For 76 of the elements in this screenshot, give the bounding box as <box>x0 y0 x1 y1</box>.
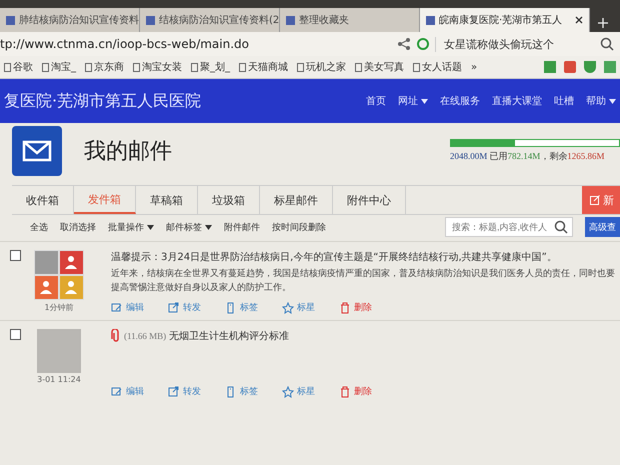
bookmark-link[interactable]: 玩机之家 <box>297 60 346 74</box>
action-link[interactable]: 标签 <box>225 301 258 314</box>
mail-search-field[interactable]: 搜索：标题,内容,收件人 <box>445 217 573 237</box>
message-time: 1分钟前 <box>44 302 74 313</box>
nav-link[interactable]: 在线服务 <box>440 94 480 108</box>
trash-icon <box>339 302 351 314</box>
mailbox-tab[interactable]: 收件箱 <box>12 186 74 214</box>
bookmark-link[interactable]: 女人话题 <box>413 60 462 74</box>
advanced-search-button[interactable]: 高级查 <box>585 217 620 237</box>
toolbar-button[interactable]: 取消选择 <box>60 220 96 234</box>
action-link[interactable]: 删除 <box>339 385 372 398</box>
nav-link[interactable]: 网址 <box>398 94 418 108</box>
mail-icon <box>12 126 62 176</box>
nav-link[interactable]: 首页 <box>366 94 386 108</box>
star-icon <box>282 302 294 314</box>
nav-link[interactable]: 帮助 <box>586 94 606 108</box>
edit-icon <box>111 386 123 398</box>
close-icon[interactable] <box>575 16 583 24</box>
mailbox-tab[interactable]: 附件中心 <box>333 186 406 214</box>
action-link[interactable]: 标签 <box>225 385 258 398</box>
browser-logo-icon <box>417 38 429 50</box>
attachment-size: (11.66 MB) <box>124 331 166 341</box>
forward-icon <box>168 386 180 398</box>
group-avatar-drawing <box>34 250 84 300</box>
photo-placeholder <box>37 329 81 373</box>
checkbox[interactable] <box>10 250 21 261</box>
edit-icon <box>590 195 600 205</box>
toolbar-button[interactable]: 邮件标签 <box>166 220 202 234</box>
storage-usage: 2048.00M 已用782.14M，剩余1265.86M <box>450 150 606 163</box>
more-bookmarks[interactable]: » <box>471 62 478 72</box>
bookmark-link[interactable]: 谷歌 <box>4 60 33 74</box>
paperclip-icon <box>111 329 121 343</box>
action-link[interactable]: 标星 <box>282 301 315 314</box>
search-field[interactable]: 女星谎称做头偷玩这个 <box>435 36 594 52</box>
mailbox-tab[interactable]: 垃圾箱 <box>198 186 260 214</box>
checkbox[interactable] <box>10 329 21 340</box>
message-time: 3-01 11:24 <box>37 375 81 384</box>
search-icon <box>554 220 568 234</box>
bookmark-link[interactable]: 京东商 <box>85 60 124 74</box>
shield-icon[interactable] <box>584 61 596 73</box>
toolbar-button[interactable]: 全选 <box>30 220 48 234</box>
browser-tab[interactable]: 皖南康复医院·芜湖市第五人 <box>420 8 590 32</box>
star-icon <box>282 386 294 398</box>
forward-icon <box>168 302 180 314</box>
message-subject[interactable]: 无烟卫生计生机构评分标准 <box>169 329 290 343</box>
trash-icon <box>339 386 351 398</box>
mailbox-tab[interactable]: 草稿箱 <box>136 186 198 214</box>
mailbox-tab[interactable]: 标星邮件 <box>260 186 333 214</box>
nav-link[interactable]: 直播大课堂 <box>492 94 542 108</box>
nav-link[interactable]: 吐槽 <box>554 94 574 108</box>
toolbar-button[interactable]: 批量操作 <box>108 220 144 234</box>
action-link[interactable]: 转发 <box>168 301 201 314</box>
action-link[interactable]: 编辑 <box>111 385 144 398</box>
browser-tab[interactable]: 结核病防治知识宣传资料(2 <box>140 8 280 32</box>
message-subject[interactable]: 温馨提示：3月24日是世界防治结核病日,今年的宣传主题是“开展终结结核行动,共建共享健康中国”。 <box>111 250 557 264</box>
page-title: 我的邮件 <box>84 138 172 166</box>
toolbar-button[interactable]: 附件邮件 <box>224 220 260 234</box>
edit-icon <box>111 302 123 314</box>
toolbar-button[interactable]: 按时间段删除 <box>272 220 326 234</box>
bookmark-link[interactable]: 淘宝_ <box>42 60 76 74</box>
bookmark-link[interactable]: 天猫商城 <box>239 60 288 74</box>
action-link[interactable]: 转发 <box>168 385 201 398</box>
browser-tab[interactable]: 整理收藏夹 <box>280 8 420 32</box>
compose-button[interactable]: 新 <box>582 186 620 214</box>
site-title: 复医院·芜湖市第五人民医院 <box>4 90 202 112</box>
url-field[interactable]: tp://www.ctnma.cn/ioop-bcs-web/main.do <box>0 37 391 51</box>
action-link[interactable]: 标星 <box>282 385 315 398</box>
action-link[interactable]: 删除 <box>339 301 372 314</box>
search-icon <box>600 37 614 51</box>
share-icon <box>397 37 411 51</box>
action-link[interactable]: 编辑 <box>111 301 144 314</box>
message-body: 近年来，结核病在全世界又有蔓延趋势，我国是结核病疫情严重的国家，普及结核病防治知识是我们医务人员的责任，同时也要提高警惕注意做好自身以及家人的防护工作。 <box>111 267 616 295</box>
bookmark-link[interactable]: 聚_划_ <box>191 60 230 74</box>
browser-tab[interactable]: 肺结核病防治知识宣传资料 <box>0 8 140 32</box>
bookmark-link[interactable]: 美女写真 <box>355 60 404 74</box>
bookmark-link[interactable]: 淘宝女装 <box>133 60 182 74</box>
